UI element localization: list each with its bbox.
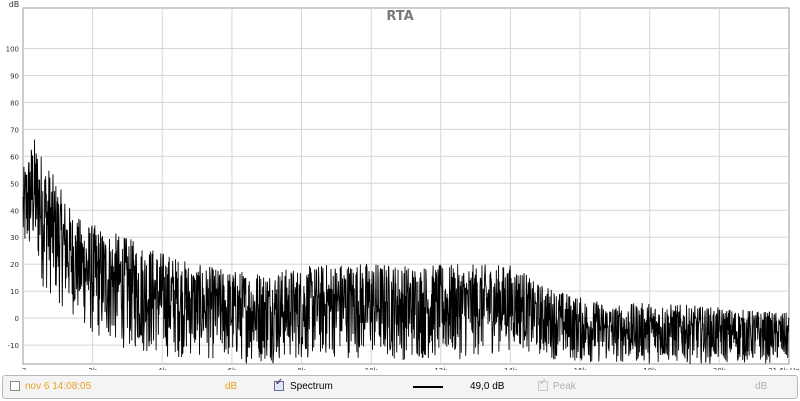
spectrum-checkbox[interactable] <box>274 377 284 391</box>
unit-left-label: dB <box>225 381 238 392</box>
y-tick-label: 50 <box>10 180 19 188</box>
x-tick-label: 16k <box>574 367 588 370</box>
x-tick-label: 10k <box>365 367 379 370</box>
y-tick-label: 0 <box>15 315 19 323</box>
y-tick-label: 90 <box>10 72 19 80</box>
y-axis-ticks: 1009080706050403020100-10 <box>6 45 19 350</box>
spectrum-line-swatch <box>413 386 443 388</box>
x-tick-label: 12k <box>434 367 448 370</box>
y-tick-label: 10 <box>10 288 19 296</box>
y-tick-label: 40 <box>10 207 19 215</box>
unit-right-label: dB <box>755 381 768 392</box>
x-tick-label: 21,6k Hz <box>768 367 799 370</box>
x-tick-label: 20k <box>713 367 727 370</box>
timestamp-checkbox[interactable] <box>10 381 20 391</box>
x-tick-label: 2k <box>88 367 97 370</box>
y-tick-label: -10 <box>8 342 19 350</box>
level-readout: 49,0 dB <box>470 381 505 392</box>
x-tick-label: 14k <box>504 367 518 370</box>
y-tick-label: 30 <box>10 234 19 242</box>
y-tick-label: 100 <box>6 45 19 53</box>
spectrum-label: Spectrum <box>290 381 333 392</box>
peak-label: Peak <box>553 381 576 392</box>
x-tick-label: 18k <box>643 367 657 370</box>
y-tick-label: 70 <box>10 126 19 134</box>
x-axis-ticks: 2 2k 4k 6k 8k 10k 12k 14k 16k 18k 20k 21,6k Hz <box>22 367 799 370</box>
y-tick-label: 20 <box>10 261 19 269</box>
y-axis-unit: dB <box>9 0 20 9</box>
x-tick-label: 8k <box>297 367 306 370</box>
x-tick-label: 4k <box>158 367 167 370</box>
timestamp-label: nov 6 14:08:05 <box>25 381 92 392</box>
y-tick-label: 80 <box>10 99 19 107</box>
y-tick-label: 60 <box>10 153 19 161</box>
status-bar: nov 6 14:08:05 dB Spectrum 49,0 dB Peak … <box>2 375 798 399</box>
rta-chart[interactable]: 1009080706050403020100-10 22k4k6k8k10k12… <box>0 0 800 370</box>
peak-checkbox[interactable] <box>538 377 548 391</box>
chart-title: RTA <box>386 9 413 24</box>
x-tick-label: 6k <box>228 367 237 370</box>
x-tick-label: 2 <box>22 367 26 370</box>
